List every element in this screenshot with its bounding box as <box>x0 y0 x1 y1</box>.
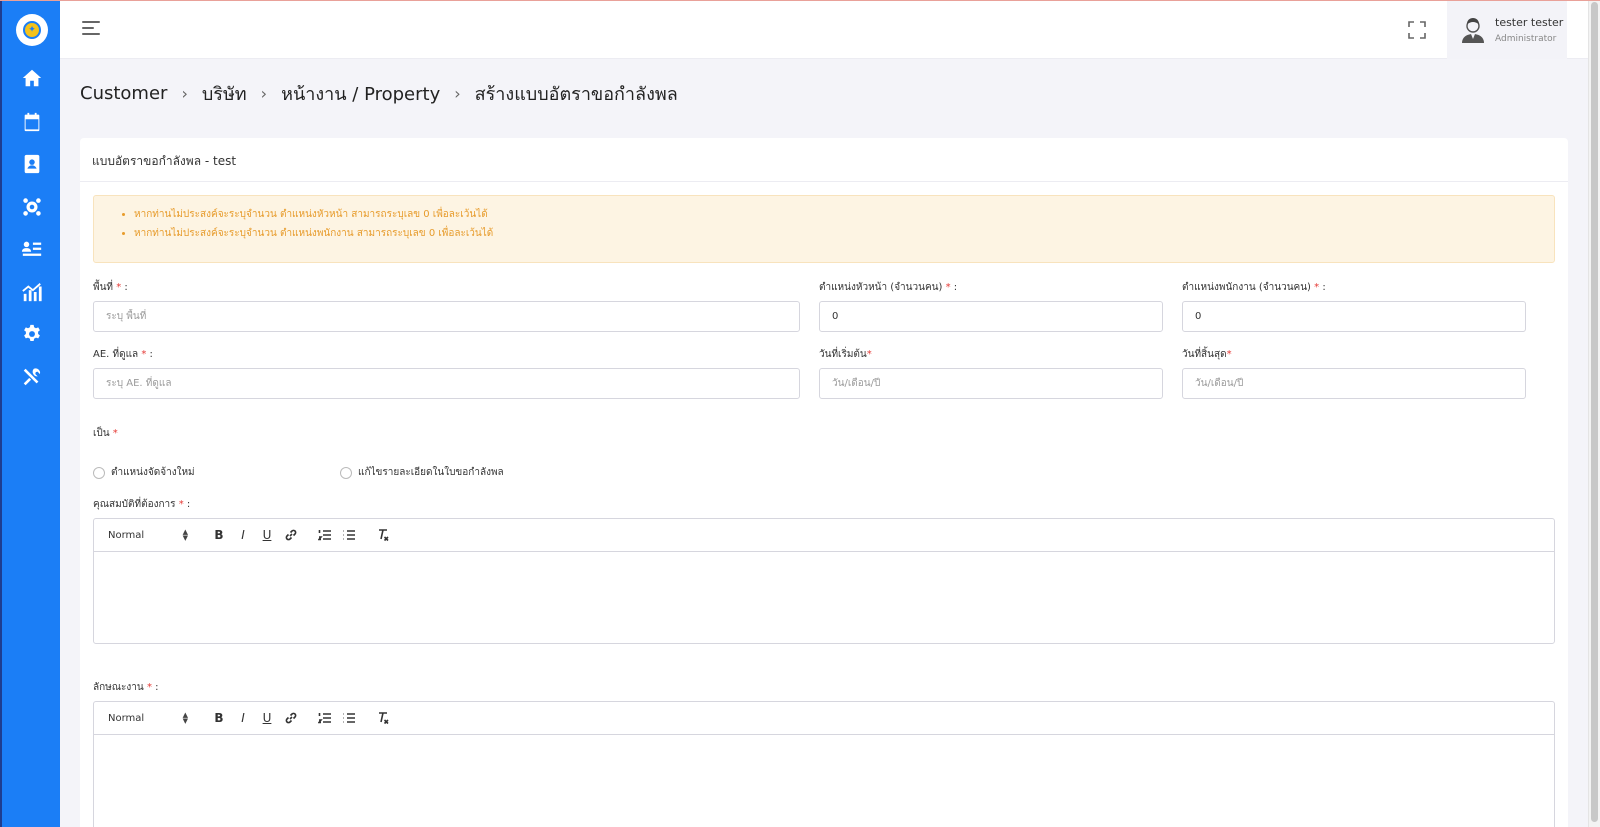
qualification-label: คุณสมบัติที่ต้องการ * : <box>93 499 191 510</box>
chevron-right-icon: › <box>454 83 461 103</box>
breadcrumb-company[interactable]: บริษัท <box>202 79 247 108</box>
card-title: แบบอัตราขอกำลังพล - test <box>92 154 237 168</box>
type-label: เป็น * <box>93 428 118 439</box>
users-gear-icon[interactable] <box>20 195 44 219</box>
brand-logo-icon[interactable]: ✦ <box>16 14 48 46</box>
bold-icon[interactable]: B <box>208 525 230 545</box>
start-date-label: วันที่เริ่มต้น* <box>819 349 872 360</box>
area-label: พื้นที่ * : <box>93 282 128 293</box>
staff-count-label: ตำแหน่งพนักงาน (จำนวนคน) * : <box>1182 282 1326 293</box>
end-date-label: วันที่สิ้นสุด* <box>1182 349 1232 360</box>
ordered-list-icon[interactable] <box>314 708 336 728</box>
card-divider <box>80 181 1568 182</box>
user-list-icon[interactable] <box>20 237 44 261</box>
tools-icon[interactable] <box>20 365 44 389</box>
page-scrollbar[interactable] <box>1588 0 1600 827</box>
scrollbar-thumb[interactable] <box>1591 2 1598 822</box>
user-role: Administrator <box>1495 34 1557 44</box>
sidebar: ✦ <box>0 0 60 827</box>
qualification-editor: Normal ▲ ▼ B I U <box>93 518 1555 644</box>
chart-icon[interactable] <box>20 280 44 304</box>
breadcrumb-customer[interactable]: Customer <box>80 83 167 104</box>
format-select[interactable]: Normal ▲ ▼ <box>108 529 188 542</box>
avatar <box>1462 18 1484 43</box>
breadcrumb-current: สร้างแบบอัตราขอกำลังพล <box>474 83 678 105</box>
editor-toolbar: Normal ▲ ▼ B I U <box>94 519 1554 552</box>
bold-icon[interactable]: B <box>208 708 230 728</box>
home-icon[interactable] <box>20 66 44 90</box>
ordered-list-icon[interactable] <box>314 525 336 545</box>
calendar-dollar-icon[interactable] <box>20 110 44 134</box>
italic-icon[interactable]: I <box>232 708 254 728</box>
contact-book-icon[interactable] <box>20 152 44 176</box>
top-header: tester tester Administrator <box>60 1 1588 59</box>
link-icon[interactable] <box>280 525 302 545</box>
radio-edit-request[interactable]: แก้ไขรายละเอียดในใบขอกำลังพล <box>340 465 504 480</box>
start-date-input[interactable] <box>819 368 1163 399</box>
menu-toggle-icon[interactable] <box>82 21 100 37</box>
info-alert: หากท่านไม่ประสงค์จะระบุจำนวน ตำแหน่งหัวห… <box>93 195 1555 263</box>
page-top-line <box>0 0 1600 1</box>
manpower-request-card: แบบอัตราขอกำลังพล - test หากท่านไม่ประสง… <box>80 138 1568 827</box>
chevron-right-icon: › <box>260 83 268 103</box>
radio-circle[interactable] <box>93 466 105 479</box>
head-count-label: ตำแหน่งหัวหน้า (จำนวนคน) * : <box>819 282 958 293</box>
underline-icon[interactable]: U <box>256 525 278 545</box>
chevron-right-icon: › <box>181 83 188 103</box>
area-input[interactable] <box>93 301 800 332</box>
ae-label: AE. ที่ดูแล * : <box>93 349 153 360</box>
head-count-input[interactable] <box>819 301 1163 332</box>
clear-format-icon[interactable] <box>372 708 394 728</box>
breadcrumb-property[interactable]: หน้างาน / Property <box>281 79 440 108</box>
user-menu[interactable]: tester tester Administrator <box>1447 1 1567 59</box>
bullet-list-icon[interactable] <box>338 525 360 545</box>
ae-input[interactable] <box>93 368 800 399</box>
clear-format-icon[interactable] <box>372 525 394 545</box>
fullscreen-icon[interactable] <box>1408 21 1426 39</box>
qualification-editor-body[interactable] <box>94 552 1554 643</box>
job-description-editor-body[interactable] <box>94 735 1554 827</box>
end-date-input[interactable] <box>1182 368 1526 399</box>
job-description-label: ลักษณะงาน * : <box>93 682 159 693</box>
alert-item-staff: หากท่านไม่ประสงค์จะระบุจำนวน ตำแหน่งพนัก… <box>134 226 1554 241</box>
radio-circle[interactable] <box>340 466 352 479</box>
alert-item-head: หากท่านไม่ประสงค์จะระบุจำนวน ตำแหน่งหัวห… <box>134 207 1554 222</box>
editor-toolbar: Normal ▲ ▼ B I U <box>94 702 1554 735</box>
underline-icon[interactable]: U <box>256 708 278 728</box>
breadcrumb: Customer › บริษัท › หน้างาน / Property ›… <box>80 80 678 106</box>
job-description-editor: Normal ▲ ▼ B I U <box>93 701 1555 827</box>
format-select[interactable]: Normal ▲ ▼ <box>108 712 188 725</box>
user-name: tester tester <box>1495 16 1564 29</box>
italic-icon[interactable]: I <box>232 525 254 545</box>
link-icon[interactable] <box>280 708 302 728</box>
staff-count-input[interactable] <box>1182 301 1526 332</box>
radio-new-position[interactable]: ตำแหน่งจัดจ้างใหม่ <box>93 465 195 480</box>
gear-icon[interactable] <box>20 322 44 346</box>
bullet-list-icon[interactable] <box>338 708 360 728</box>
